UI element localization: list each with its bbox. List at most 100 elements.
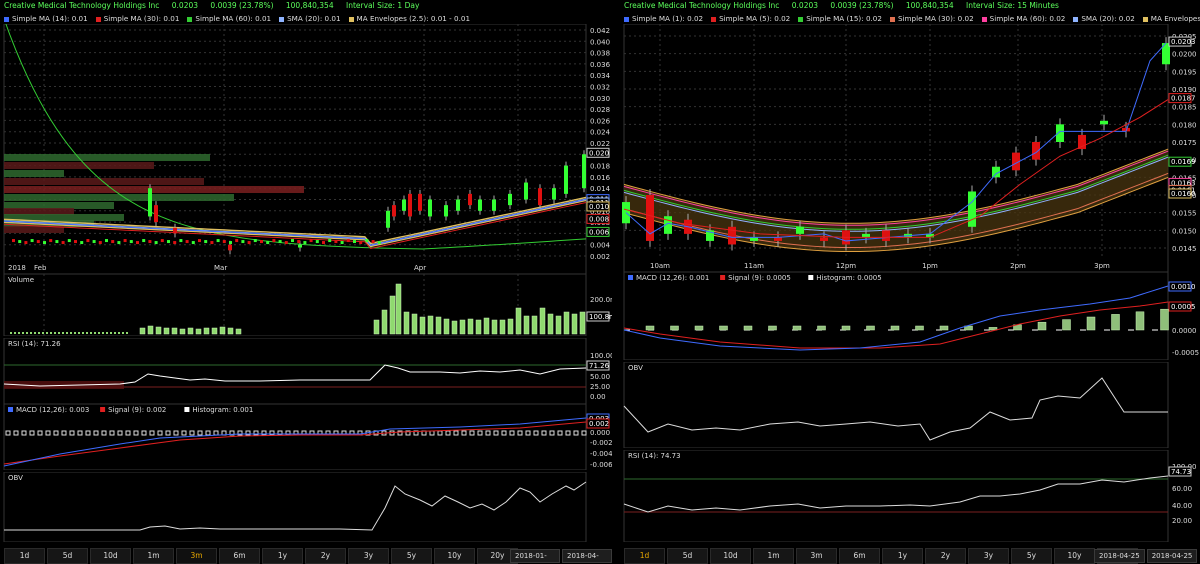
volume-bar [14, 332, 16, 334]
legend-label: Simple MA (1): 0.02 [632, 14, 704, 23]
rsi-chart[interactable]: RSI (14): 74.73100.0074.7360.0040.0020.0… [620, 450, 1200, 542]
legend-item: Simple MA (1): 0.02 [624, 13, 703, 24]
candle [968, 191, 976, 227]
timeframe-10y-button[interactable]: 10y [434, 548, 475, 564]
volume-bar [467, 318, 474, 335]
price-tag-label: 0.0187 [1171, 95, 1196, 103]
volume-bar [22, 332, 24, 334]
candle [55, 240, 59, 244]
timeframe-10y-button[interactable]: 10y [1054, 548, 1095, 564]
timeframe-5y-button[interactable]: 5y [391, 548, 432, 564]
legend-label: Simple MA (60): 0.02 [989, 14, 1066, 23]
legend-swatch [1073, 16, 1079, 22]
timeframe-1d-button[interactable]: 1d [4, 548, 45, 564]
timeframe-6m-button[interactable]: 6m [219, 548, 260, 564]
timeframe-3y-button[interactable]: 3y [348, 548, 389, 564]
timeframe-10d-button[interactable]: 10d [710, 548, 751, 564]
legend-swatch [720, 275, 726, 280]
volume-bar [531, 315, 538, 335]
volume-profile-bar [4, 178, 204, 185]
obv-title: OBV [628, 364, 643, 372]
end-date[interactable]: 2018-04-25 [1146, 549, 1198, 563]
candle [272, 239, 276, 243]
legend-swatch [798, 16, 804, 22]
volume-bar [211, 327, 218, 335]
volume-bar [74, 332, 76, 334]
macd-chart[interactable]: MACD (12,26): 0.003 Signal (9): 0.002 Hist… [0, 404, 612, 470]
macd-histogram-bar [866, 325, 875, 331]
candle [278, 240, 282, 244]
start-date[interactable]: 2018-04-25 [1094, 549, 1145, 563]
timeframe-1d-button[interactable]: 1d [624, 548, 665, 564]
y-axis-tick: 0.0145 [1172, 245, 1197, 253]
plot-frame [623, 450, 1169, 542]
candle [154, 205, 158, 223]
price-tag-label: 0.020 [589, 149, 609, 157]
macd-histogram-bar [1062, 319, 1071, 331]
volume-bar [187, 327, 194, 335]
volume-bar [515, 307, 522, 335]
price-chart[interactable]: 0.042 0.040 0.038 0.036 0.034 0.032 0.030 0.028… [0, 24, 612, 274]
timeframe-3y-button[interactable]: 3y [968, 548, 1009, 564]
volume-bar [539, 307, 546, 335]
legend-item: Simple MA (14): 0.01 [4, 13, 88, 24]
y-axis-tick: 0.036 [590, 61, 611, 69]
timeframe-1y-button[interactable]: 1y [262, 548, 303, 564]
timeframe-1y-button[interactable]: 1y [882, 548, 923, 564]
volume-bar [451, 320, 458, 335]
timeframe-2y-button[interactable]: 2y [925, 548, 966, 564]
timeframe-10d-button[interactable]: 10d [90, 548, 131, 564]
candle [86, 239, 90, 243]
macd-chart[interactable]: MACD (12,26): 0.001 Signal (9): 0.0005 His… [620, 272, 1200, 360]
timeframe-5d-button[interactable]: 5d [47, 548, 88, 564]
y-axis-tick: 0.000 [590, 429, 610, 437]
timeframe-3m-button[interactable]: 3m [796, 548, 837, 564]
candle [173, 227, 177, 234]
candle [418, 193, 422, 211]
timeframe-5y-button[interactable]: 5y [1011, 548, 1052, 564]
price-change: 0.0039 (23.78%) [210, 1, 274, 10]
y-axis-tick: 0.00 [590, 393, 606, 401]
start-date[interactable]: 2018-01-26 [510, 549, 560, 563]
volume-bar [66, 332, 68, 334]
timeframe-1m-button[interactable]: 1m [753, 548, 794, 564]
volume-bar [235, 328, 242, 335]
volume-bar [389, 295, 396, 335]
legend-label: Simple MA (30): 0.02 [897, 14, 974, 23]
y-axis-tick: 0.024 [590, 129, 611, 137]
volume-bar [114, 332, 116, 334]
legend-item: Simple MA (60): 0.01 [187, 13, 271, 24]
indicator-legend: Simple MA (1): 0.02 Simple MA (5): 0.02 Si… [624, 13, 1200, 24]
price-chart[interactable]: 0.02050.02000.01950.01900.01850.01800.01… [620, 24, 1200, 272]
volume-bar [491, 319, 498, 335]
legend-label: Simple MA (14): 0.01 [12, 14, 88, 23]
legend-item: Simple MA (5): 0.02 [711, 13, 790, 24]
plot-frame [3, 338, 587, 404]
end-date[interactable]: 2018-04-26 [562, 549, 612, 563]
timeframe-5d-button[interactable]: 5d [667, 548, 708, 564]
y-axis-tick: 25.00 [590, 383, 610, 391]
macd-histogram-bar [743, 325, 753, 331]
volume-chart[interactable]: Volume 200.0m 100.8m [0, 274, 612, 336]
timeframe-2y-button[interactable]: 2y [305, 548, 346, 564]
volume-profile-bar [4, 208, 74, 215]
legend-item: Simple MA (30): 0.01 [95, 13, 179, 24]
candle [291, 239, 294, 243]
timeframe-3m-button[interactable]: 3m [176, 548, 217, 564]
timeframe-1m-button[interactable]: 1m [133, 548, 174, 564]
y-axis-tick: -0.0005 [1172, 349, 1199, 357]
volume-bar [411, 313, 418, 335]
volume-bar [98, 332, 100, 334]
legend-item: SMA (20): 0.02 [1073, 13, 1135, 24]
obv-chart[interactable]: OBV [620, 362, 1200, 448]
candle [43, 241, 46, 245]
volume-bar [203, 327, 210, 335]
candle [328, 239, 332, 243]
candle [303, 241, 307, 245]
rsi-chart[interactable]: RSI (14): 71.26 100.00 71.26 50.00 25.00 0.00 [0, 338, 612, 404]
company-name: Creative Medical Technology Holdings Inc [624, 1, 780, 10]
timeframe-6m-button[interactable]: 6m [839, 548, 880, 564]
candle [67, 239, 71, 243]
candle [750, 237, 758, 241]
obv-chart[interactable]: OBV [0, 472, 612, 542]
